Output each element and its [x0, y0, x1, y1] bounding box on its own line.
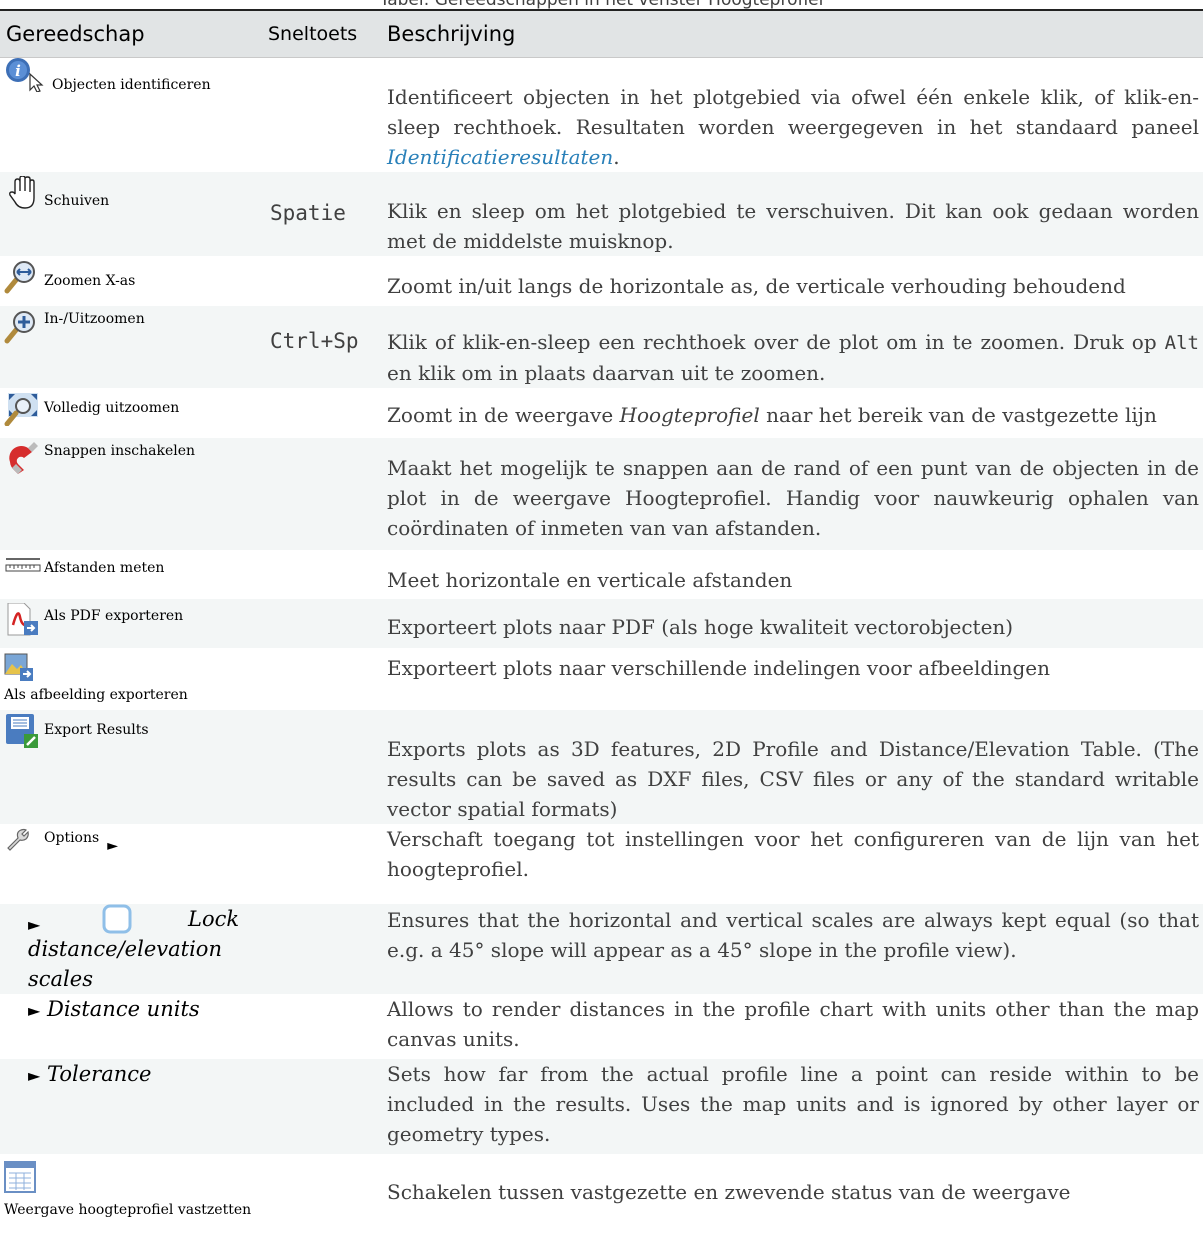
shortcut-cell: Spatie — [270, 200, 346, 225]
submenu-arrow-icon: ► — [28, 1065, 41, 1085]
table-row: Zoomen X-as Zoomt in/uit langs de horizo… — [0, 255, 1203, 306]
table-row: Snappen inschakelen Maakt het mogelijk t… — [0, 437, 1203, 550]
shortcut-cell — [264, 710, 381, 824]
table-row: i Objecten identificeren Identificeert o… — [0, 57, 1203, 172]
description-cell: Exports plots as 3D features, 2D Profile… — [387, 736, 1199, 821]
svg-text:i: i — [15, 62, 21, 80]
description-cell: Verschaft toegang tot instellingen voor … — [387, 826, 1199, 881]
tool-label: Volledig uitzoomen — [44, 399, 180, 416]
dock-window-icon — [4, 1160, 42, 1198]
identify-icon: i — [4, 57, 44, 93]
shortcut-cell — [264, 256, 381, 306]
shortcut-cell — [264, 824, 381, 904]
identification-results-link[interactable]: Identificatieresultaten — [387, 145, 613, 169]
table-row: ► Lock distance/elevation scales Ensures… — [0, 903, 1203, 994]
shortcut-cell — [264, 550, 381, 599]
shortcut-cell: Ctrl+Sp — [270, 328, 359, 353]
table-row: Options ► Verschaft toegang tot instelli… — [0, 823, 1203, 904]
description-cell: Zoomt in/uit langs de horizontale as, de… — [387, 273, 1126, 298]
pan-hand-icon — [4, 174, 42, 210]
table-row: In-/Uitzoomen Ctrl+Sp Klik of klik-en-sl… — [0, 305, 1203, 388]
zoom-in-icon — [4, 310, 42, 344]
tool-label: Als afbeelding exporteren — [4, 686, 188, 703]
zoom-x-axis-icon — [4, 260, 42, 294]
tool-label: Tolerance — [47, 1061, 152, 1086]
description-cell: Ensures that the horizontal and vertical… — [387, 907, 1199, 962]
tool-label: Als PDF exporteren — [44, 607, 184, 624]
tool-label: Objecten identificeren — [52, 76, 211, 93]
shortcut-cell — [264, 388, 381, 438]
description-cell: Sets how far from the actual profile lin… — [387, 1061, 1199, 1146]
table-row: ► Tolerance Sets how far from the actual… — [0, 1058, 1203, 1154]
table-row: Schuiven Spatie Klik en sleep om het plo… — [0, 171, 1203, 256]
description-cell: Schakelen tussen vastgezette en zwevende… — [387, 1179, 1071, 1204]
description-cell: Exporteert plots naar verschillende inde… — [387, 655, 1050, 680]
table-row: Volledig uitzoomen Zoomt in de weergave … — [0, 387, 1203, 438]
tool-label: Distance units — [47, 996, 200, 1021]
header-description: Beschrijving — [381, 9, 1203, 58]
tool-label: Schuiven — [44, 192, 110, 209]
tool-label: Options — [44, 829, 100, 846]
shortcut-cell — [264, 438, 381, 550]
header-shortcut: Sneltoets — [264, 9, 381, 58]
zoom-full-icon — [4, 392, 42, 426]
table-row: Weergave hoogteprofiel vastzetten Schake… — [0, 1153, 1203, 1239]
description-cell: Zoomt in de weergave Hoogteprofiel naar … — [387, 402, 1157, 427]
table-row: Export Results Exports plots as 3D featu… — [0, 709, 1203, 824]
snapping-magnet-icon — [4, 441, 42, 476]
shortcut-cell — [264, 57, 381, 172]
export-results-icon — [4, 713, 42, 748]
table-row: Afstanden meten Meet horizontale en vert… — [0, 549, 1203, 599]
tool-label: Lock distance/elevation scales — [28, 906, 240, 991]
submenu-arrow-icon: ► — [107, 837, 118, 854]
description-cell: Klik of klik-en-sleep een rechthoek over… — [387, 329, 1199, 385]
shortcut-cell — [264, 904, 381, 994]
tool-label: Weergave hoogteprofiel vastzetten — [4, 1201, 252, 1218]
shortcut-cell — [264, 1059, 381, 1154]
header-tool: Gereedschap — [0, 9, 264, 58]
shortcut-cell — [264, 1154, 381, 1239]
tool-label: Afstanden meten — [44, 559, 165, 576]
description-cell: Meet horizontale en verticale afstanden — [387, 567, 793, 592]
tools-table: Gereedschap Sneltoets Beschrijving i Obj… — [0, 9, 1203, 1239]
shortcut-cell — [264, 599, 381, 648]
description-cell: Allows to render distances in the profil… — [387, 996, 1199, 1051]
table-row: Als PDF exporteren Exporteert plots naar… — [0, 598, 1203, 648]
measure-ruler-icon — [4, 554, 42, 588]
tool-label: Zoomen X-as — [44, 272, 136, 289]
shortcut-cell — [264, 994, 381, 1059]
table-row: Als afbeelding exporteren Exporteert plo… — [0, 647, 1203, 710]
alt-key: Alt — [1164, 331, 1199, 354]
tool-label: Export Results — [44, 721, 149, 738]
tool-label: Snappen inschakelen — [44, 442, 196, 459]
image-export-icon — [4, 652, 42, 686]
table-header-row: Gereedschap Sneltoets Beschrijving — [0, 9, 1203, 58]
tool-label: In-/Uitzoomen — [44, 310, 145, 327]
shortcut-cell — [264, 648, 381, 710]
submenu-arrow-icon: ► — [28, 1000, 41, 1020]
description-cell: Exporteert plots naar PDF (als hoge kwal… — [387, 614, 1014, 639]
table-row: ► Distance units Allows to render distan… — [0, 993, 1203, 1059]
description-cell: Identificeert objecten in het plotgebied… — [387, 84, 1199, 169]
description-cell: Klik en sleep om het plotgebied te versc… — [387, 198, 1199, 253]
pdf-export-icon — [4, 602, 42, 637]
description-cell: Maakt het mogelijk te snappen aan de ran… — [387, 455, 1199, 540]
wrench-icon — [4, 828, 42, 854]
